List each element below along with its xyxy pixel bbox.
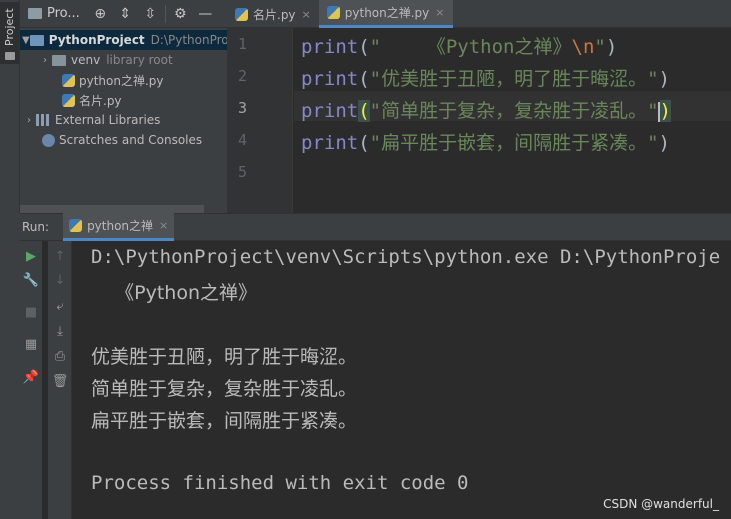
horizontal-scrollbar[interactable] (20, 205, 204, 213)
scratches-icon (42, 133, 55, 147)
trash-icon[interactable]: 🗑 (48, 370, 72, 392)
line-number: 4 (237, 131, 247, 149)
tree-item-note: library root (106, 53, 173, 67)
collapse-all-icon[interactable]: ⇳ (138, 2, 163, 26)
tab-card-file[interactable]: 名片.py × (227, 0, 319, 28)
console-line: D:\PythonProject\venv\Scripts\python.exe… (91, 246, 721, 268)
folder-icon (5, 52, 15, 60)
project-panel: Pro... ⊕ ⇕ ⇳ ⚙ — ▼ PythonProject D:\Pyth… (20, 0, 227, 213)
tree-item-label: Scratches and Consoles (59, 133, 203, 147)
folder-icon (52, 54, 66, 66)
code-editor[interactable]: print(" 《Python之禅》\n") print("优美胜于丑陋，明了胜… (294, 28, 731, 213)
project-panel-title[interactable]: Pro... (47, 6, 80, 21)
tree-item-pythonproject[interactable]: ▼ PythonProject D:\PythonPro (20, 30, 227, 50)
run-panel-header: Run: python之禅 × (0, 213, 731, 241)
tree-item-label: python之禅.py (79, 73, 164, 88)
python-file-icon (235, 7, 248, 21)
run-toolbar-secondary: ↑ ↓ ⤶ ⤓ ⎙ 🗑 (48, 241, 72, 519)
tree-item-label: venv (71, 53, 101, 67)
code-line: print("扁平胜于嵌套，间隔胜于紧凑。") (301, 132, 670, 154)
run-tab-label: python之禅 (87, 219, 154, 233)
tree-item-python-zen-file[interactable]: python之禅.py (20, 70, 227, 90)
soft-wrap-icon[interactable]: ⤶ (48, 295, 72, 317)
stop-icon[interactable]: ■ (20, 301, 42, 323)
project-tool-tab[interactable]: Project (0, 2, 19, 64)
tree-item-label: PythonProject (48, 33, 145, 47)
console-line: 简单胜于复杂，复杂胜于凌乱。 (91, 378, 358, 400)
code-line: print(" 《Python之禅》\n") (301, 36, 618, 58)
library-icon (36, 114, 50, 126)
line-number: 5 (237, 163, 247, 181)
line-number: 1 (237, 35, 247, 53)
arrow-down-icon[interactable]: ↓ (48, 269, 72, 291)
arrow-up-icon[interactable]: ↑ (48, 245, 72, 267)
tree-item-scratches[interactable]: Scratches and Consoles (20, 130, 227, 150)
tree-item-label: External Libraries (55, 113, 161, 127)
console-line: 优美胜于丑陋，明了胜于晦涩。 (91, 346, 358, 368)
scroll-to-end-icon[interactable]: ⤓ (48, 320, 72, 342)
folder-icon (28, 8, 42, 19)
close-icon[interactable]: × (435, 6, 444, 19)
chevron-down-icon[interactable]: ▼ (22, 35, 30, 46)
wrench-icon[interactable]: 🔧 (20, 269, 42, 291)
project-panel-header: Pro... ⊕ ⇕ ⇳ ⚙ — (20, 0, 227, 28)
editor-gutter: 1 2 3 4 5 (227, 28, 293, 213)
code-line: print("优美胜于丑陋，明了胜于晦涩。") (301, 68, 670, 90)
project-tree: ▼ PythonProject D:\PythonPro › venv libr… (20, 28, 227, 150)
tree-item-venv[interactable]: › venv library root (20, 50, 227, 70)
run-console[interactable]: D:\PythonProject\venv\Scripts\python.exe… (73, 241, 731, 519)
line-number: 2 (237, 67, 247, 85)
tab-python-zen-file[interactable]: python之禅.py × (318, 0, 453, 28)
layout-icon[interactable]: ▦ (20, 333, 42, 355)
tree-item-label: 名片.py (79, 93, 122, 108)
pin-icon[interactable]: 📌 (20, 366, 42, 388)
close-icon[interactable]: × (302, 8, 311, 21)
folder-icon (29, 34, 44, 46)
close-icon[interactable]: × (159, 219, 168, 232)
console-line: 扁平胜于嵌套，间隔胜于紧凑。 (91, 410, 358, 432)
chevron-right-icon[interactable]: › (22, 115, 36, 126)
run-toolbar-primary: ▶ 🔧 ■ ▦ 📌 (20, 241, 42, 519)
code-line: print("简单胜于复杂，复杂胜于凌乱。") (301, 100, 671, 122)
expand-all-icon[interactable]: ⇕ (113, 2, 138, 26)
console-line: Process finished with exit code 0 (91, 472, 469, 494)
python-file-icon (326, 6, 340, 19)
editor-tab-bar: 名片.py × python之禅.py × (227, 0, 731, 28)
left-tool-strip: Project (0, 0, 20, 213)
tab-label: 名片.py (253, 7, 296, 22)
print-icon[interactable]: ⎙ (48, 345, 72, 367)
bottom-left-strip (0, 213, 20, 519)
python-file-icon (69, 219, 83, 232)
minimize-icon[interactable]: — (193, 2, 218, 26)
console-line: 《Python之禅》 (91, 282, 258, 304)
rerun-icon[interactable]: ▶ (20, 245, 42, 267)
project-tool-tab-label: Project (3, 8, 16, 46)
tree-item-path: D:\PythonPro (150, 33, 227, 47)
run-tab-python-zen[interactable]: python之禅 × (63, 213, 175, 241)
gear-icon[interactable]: ⚙ (168, 2, 193, 26)
line-number: 3 (237, 99, 247, 117)
tree-item-external-libraries[interactable]: › External Libraries (20, 110, 227, 130)
run-label: Run: (22, 220, 50, 234)
watermark: CSDN @wanderful_ (603, 497, 719, 511)
python-file-icon (62, 73, 75, 87)
toolbar-divider (164, 4, 166, 23)
chevron-right-icon[interactable]: › (38, 55, 52, 66)
tab-label: python之禅.py (344, 6, 430, 20)
python-file-icon (62, 93, 75, 107)
crosshair-icon[interactable]: ⊕ (88, 2, 113, 26)
tree-item-card-file[interactable]: 名片.py (20, 90, 227, 110)
